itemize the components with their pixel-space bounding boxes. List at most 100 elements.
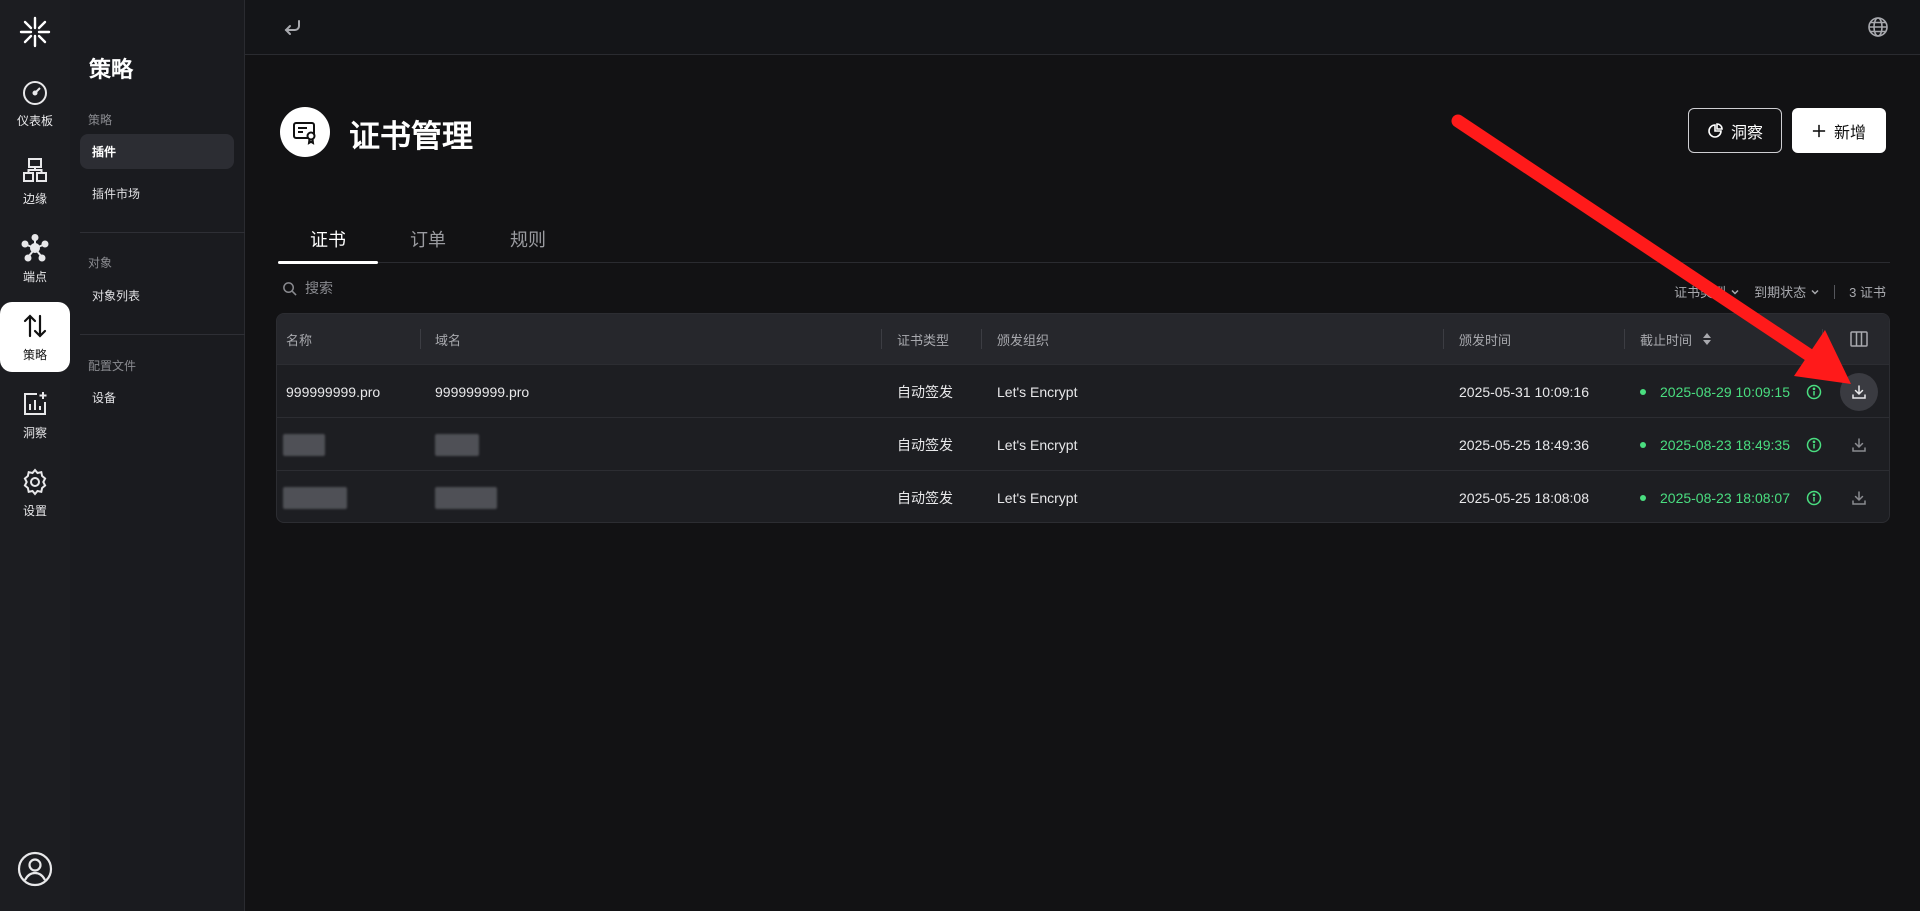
rail-item-insight[interactable]: 洞察 bbox=[0, 376, 70, 454]
column-header-domain[interactable]: 域名 bbox=[435, 314, 461, 364]
table-row[interactable]: 自动签发 Let's Encrypt 2025-05-25 18:49:36 2… bbox=[277, 417, 1889, 470]
column-divider bbox=[420, 329, 421, 349]
user-avatar[interactable] bbox=[17, 851, 53, 887]
download-button[interactable] bbox=[1840, 479, 1878, 517]
certificate-icon bbox=[280, 107, 330, 157]
subnav-group-label: 策略 bbox=[88, 113, 113, 127]
rail-label: 设置 bbox=[22, 503, 47, 518]
column-settings-button[interactable] bbox=[1850, 314, 1868, 364]
back-button[interactable] bbox=[282, 16, 304, 38]
expires-value: 2025-08-23 18:49:35 bbox=[1660, 436, 1790, 453]
download-button[interactable] bbox=[1840, 426, 1878, 464]
redacted-domain bbox=[435, 486, 497, 509]
filter-expiry-status-label: 到期状态 bbox=[1754, 285, 1807, 300]
column-header-issuer[interactable]: 颁发组织 bbox=[997, 314, 1049, 364]
back-arrow-icon bbox=[284, 20, 300, 35]
column-header-name[interactable]: 名称 bbox=[286, 314, 312, 364]
table-row[interactable]: 999999999.pro 999999999.pro 自动签发 Let's E… bbox=[277, 364, 1889, 417]
subnav-item-plugin-market[interactable]: 插件市场 bbox=[80, 176, 234, 211]
search-icon bbox=[283, 281, 297, 296]
cell-name bbox=[283, 418, 325, 471]
cell-expires-at: 2025-08-23 18:49:35 bbox=[1640, 418, 1822, 471]
column-header-issued-at[interactable]: 颁发时间 bbox=[1459, 314, 1511, 364]
top-bar bbox=[245, 0, 1920, 55]
download-icon bbox=[1852, 491, 1866, 505]
column-divider bbox=[1822, 329, 1823, 349]
column-header-expires-at[interactable]: 截止时间 bbox=[1640, 314, 1712, 364]
settings-icon bbox=[23, 467, 47, 496]
cell-domain bbox=[435, 471, 497, 522]
rail-item-edge[interactable]: 边缘 bbox=[0, 142, 70, 220]
rail-label: 策略 bbox=[22, 347, 47, 362]
subnav-item-device[interactable]: 设备 bbox=[80, 380, 234, 415]
info-icon[interactable] bbox=[1806, 437, 1822, 453]
status-dot bbox=[1640, 388, 1646, 395]
subnav-group-label: 对象 bbox=[88, 256, 113, 270]
cell-type: 自动签发 bbox=[897, 489, 953, 506]
download-button[interactable] bbox=[1840, 373, 1878, 411]
edge-icon bbox=[23, 157, 47, 182]
rail-item-settings[interactable]: 设置 bbox=[0, 454, 70, 532]
filter-cert-type[interactable]: 证书类型 bbox=[1674, 282, 1740, 301]
search-input[interactable] bbox=[305, 280, 505, 296]
redacted-domain bbox=[435, 433, 479, 456]
info-icon[interactable] bbox=[1806, 490, 1822, 506]
result-count: 3 证书 bbox=[1849, 285, 1886, 300]
chevron-down-icon bbox=[1811, 289, 1819, 295]
info-icon[interactable] bbox=[1806, 384, 1822, 400]
filter-separator bbox=[1834, 284, 1836, 299]
status-dot bbox=[1640, 494, 1646, 501]
cell-domain: 999999999.pro bbox=[435, 383, 530, 400]
cell-issued-at: 2025-05-25 18:08:08 bbox=[1459, 489, 1589, 506]
plus-icon bbox=[1812, 124, 1826, 137]
subnav-title: 策略 bbox=[89, 57, 134, 82]
subnav-item-plugins[interactable]: 插件 bbox=[80, 134, 234, 169]
insight-icon bbox=[24, 391, 47, 415]
column-header-type[interactable]: 证书类型 bbox=[897, 314, 949, 364]
tab-rules[interactable]: 规则 bbox=[478, 215, 578, 263]
page-title: 证书管理 bbox=[349, 119, 473, 154]
policy-icon bbox=[23, 313, 47, 338]
certificate-table: 名称 域名 证书类型 颁发组织 颁发时间 截止时间 999999999.pro … bbox=[276, 313, 1890, 523]
subnav-divider bbox=[80, 334, 245, 335]
rail-label: 边缘 bbox=[22, 191, 47, 206]
rail-item-endpoint[interactable]: 端点 bbox=[0, 220, 70, 298]
add-button[interactable]: 新增 bbox=[1792, 108, 1886, 153]
language-button[interactable] bbox=[1867, 16, 1889, 38]
insight-button-label: 洞察 bbox=[1730, 124, 1763, 142]
chevron-down-icon bbox=[1731, 289, 1739, 295]
expires-value: 2025-08-29 10:09:15 bbox=[1660, 383, 1790, 400]
subnav-group-label: 配置文件 bbox=[88, 359, 137, 373]
table-row[interactable]: 自动签发 Let's Encrypt 2025-05-25 18:08:08 2… bbox=[277, 470, 1889, 522]
cell-issuer: Let's Encrypt bbox=[997, 489, 1078, 506]
rail-item-dashboard[interactable]: 仪表板 bbox=[0, 64, 70, 142]
cell-type: 自动签发 bbox=[897, 383, 953, 400]
tab-certificates[interactable]: 证书 bbox=[278, 215, 378, 264]
insight-button[interactable]: 洞察 bbox=[1688, 108, 1782, 153]
filter-bar: 证书类型 到期状态 3 证书 bbox=[1674, 282, 1886, 301]
rail-item-policy[interactable]: 策略 bbox=[0, 302, 70, 372]
sort-icon bbox=[1703, 333, 1712, 345]
add-button-label: 新增 bbox=[1833, 124, 1866, 142]
rail-label: 端点 bbox=[22, 269, 47, 284]
filter-expiry-status[interactable]: 到期状态 bbox=[1754, 282, 1820, 301]
cell-issued-at: 2025-05-25 18:49:36 bbox=[1459, 436, 1589, 453]
tab-orders[interactable]: 订单 bbox=[378, 215, 478, 263]
cell-domain bbox=[435, 418, 479, 471]
column-divider bbox=[1624, 329, 1625, 349]
expires-value: 2025-08-23 18:08:07 bbox=[1660, 489, 1790, 506]
download-icon bbox=[1852, 438, 1866, 452]
subnav-item-object-list[interactable]: 对象列表 bbox=[80, 278, 234, 313]
tab-bar: 证书 订单 规则 bbox=[278, 215, 1890, 264]
download-icon bbox=[1852, 385, 1866, 399]
icon-rail: 仪表板 边缘 端点 策略 洞察 设置 bbox=[0, 0, 70, 911]
cell-expires-at: 2025-08-23 18:08:07 bbox=[1640, 471, 1822, 522]
filter-cert-type-label: 证书类型 bbox=[1674, 285, 1727, 300]
cell-type: 自动签发 bbox=[897, 436, 953, 453]
user-icon bbox=[17, 851, 53, 887]
status-dot bbox=[1640, 441, 1646, 448]
logo-icon[interactable] bbox=[15, 12, 55, 52]
cell-expires-at: 2025-08-29 10:09:15 bbox=[1640, 365, 1822, 418]
cell-name bbox=[283, 471, 347, 522]
search-box bbox=[282, 280, 505, 296]
